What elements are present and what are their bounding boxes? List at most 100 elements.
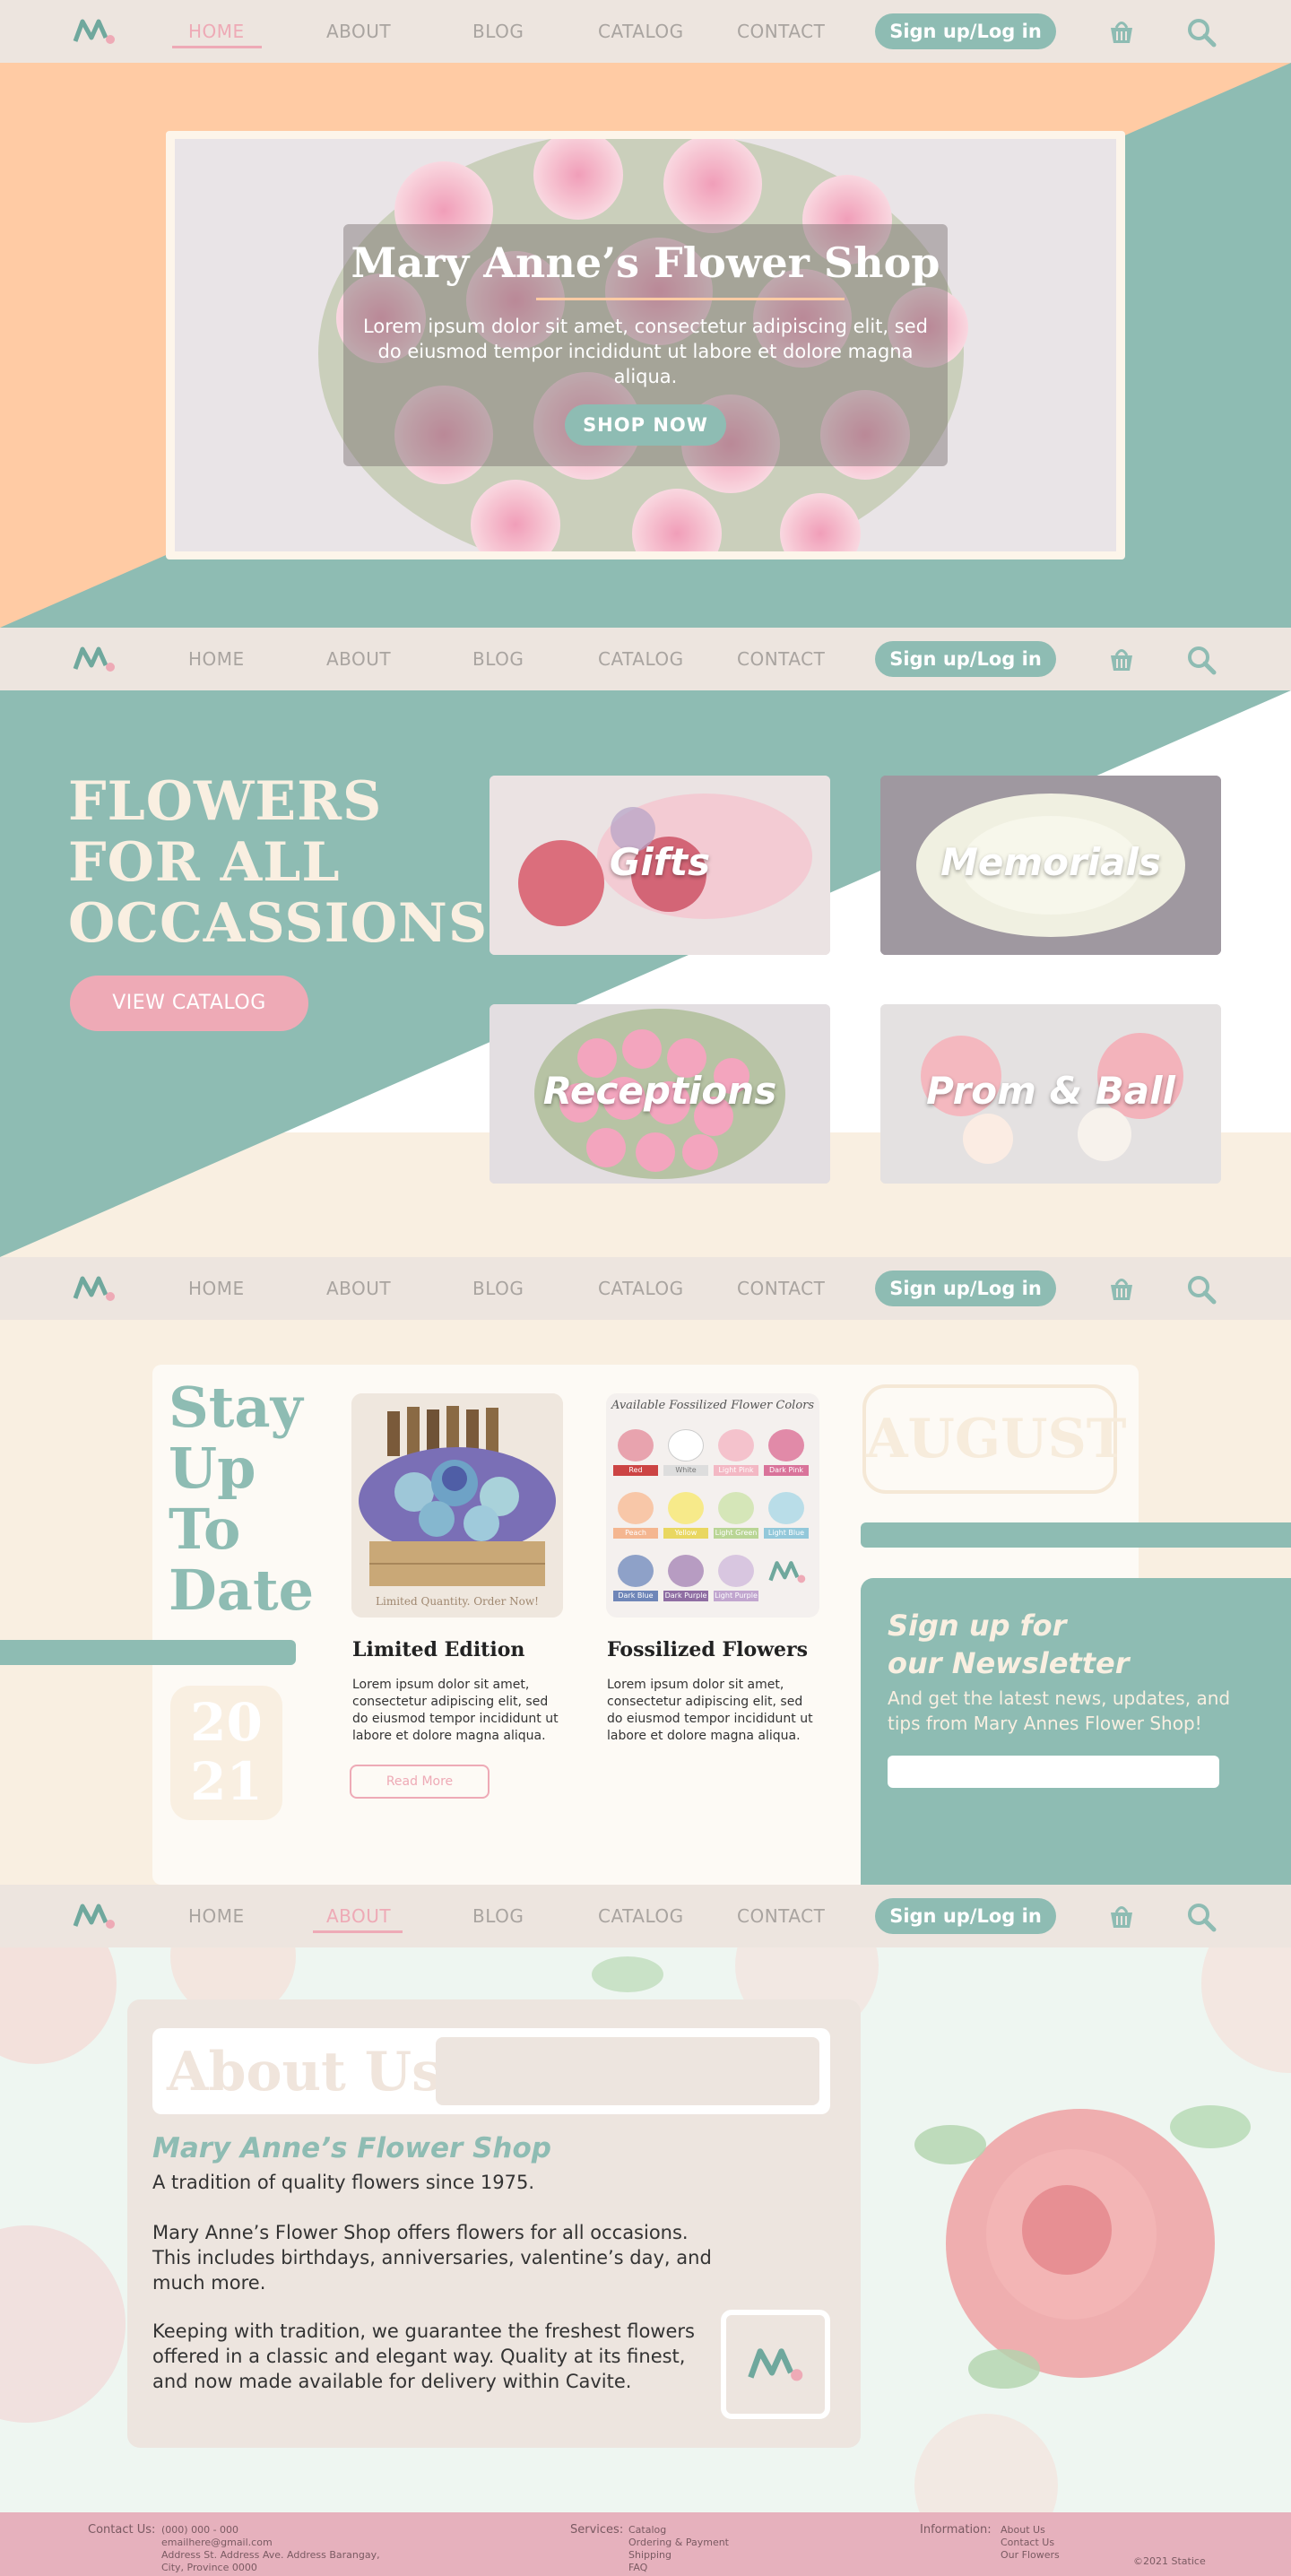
about-heading-filler <box>436 2037 819 2105</box>
nav-blog[interactable]: BLOG <box>472 648 524 670</box>
signup-login-button[interactable]: Sign up/Log in <box>875 1271 1056 1306</box>
nav-contact[interactable]: CONTACT <box>737 21 825 42</box>
logo-icon[interactable] <box>72 14 117 48</box>
nav-about[interactable]: ABOUT <box>326 648 391 670</box>
signup-login-button[interactable]: Sign up/Log in <box>875 1898 1056 1934</box>
footer-services-list: Catalog Ordering & Payment Shipping FAQ <box>628 2524 729 2574</box>
read-more-button[interactable]: Read More <box>350 1765 490 1799</box>
swatch-label: Yellow <box>663 1528 708 1539</box>
swatch-label: Light Purple <box>714 1591 758 1601</box>
footer-link[interactable]: Catalog <box>628 2524 729 2537</box>
nav-active-underline <box>172 46 262 48</box>
logo-icon[interactable] <box>72 1271 117 1305</box>
swatch-label: Dark Pink <box>764 1465 809 1476</box>
newsletter-title-line: Sign up for <box>888 1609 1067 1643</box>
nav-blog[interactable]: BLOG <box>472 21 524 42</box>
nav-active-underline <box>313 1930 403 1933</box>
post-text: Lorem ipsum dolor sit amet, consectetur … <box>352 1678 559 1743</box>
footer-contact-line: (000) 000 - 000 <box>161 2524 239 2536</box>
swatch-grid: Red White Light Pink Dark Pink Peach Yel… <box>613 1424 812 1612</box>
nav-home[interactable]: HOME <box>188 648 245 670</box>
nav-about[interactable]: ABOUT <box>326 1278 391 1299</box>
search-icon[interactable] <box>1185 644 1217 676</box>
post-image-fossilized-flowers[interactable]: Available Fossilized Flower Colors Red W… <box>606 1393 819 1618</box>
search-icon[interactable] <box>1185 16 1217 48</box>
nav-contact[interactable]: CONTACT <box>737 1278 825 1299</box>
occasion-card-prom-ball[interactable]: Prom & Ball <box>880 1004 1221 1184</box>
nav-catalog[interactable]: CATALOG <box>598 1905 684 1927</box>
navbar: HOME ABOUT BLOG CATALOG CONTACT Sign up/… <box>0 1257 1291 1320</box>
updates-heading-line: To <box>169 1496 241 1562</box>
search-icon[interactable] <box>1185 1273 1217 1305</box>
hero-title: Mary Anne’s Flower Shop <box>351 239 940 287</box>
occasion-card-label: Gifts <box>609 840 711 884</box>
swatch: Dark Pink <box>764 1424 809 1479</box>
navbar: HOME ABOUT BLOG CATALOG CONTACT Sign up/… <box>0 628 1291 690</box>
nav-about[interactable]: ABOUT <box>326 21 391 42</box>
occasion-card-memorials[interactable]: Memorials <box>880 776 1221 955</box>
occasion-card-label: Receptions <box>542 1069 777 1113</box>
nav-home[interactable]: HOME <box>188 21 245 42</box>
about-paragraph: Keeping with tradition, we guarantee the… <box>152 2320 695 2392</box>
occasion-card-receptions[interactable]: Receptions <box>490 1004 830 1184</box>
footer-link[interactable]: About Us <box>1001 2524 1060 2537</box>
swatch: Peach <box>613 1487 658 1542</box>
nav-home[interactable]: HOME <box>188 1905 245 1927</box>
swatch: White <box>663 1424 708 1479</box>
view-catalog-button[interactable]: VIEW CATALOG <box>70 976 308 1031</box>
footer-link[interactable]: Ordering & Payment <box>628 2537 729 2549</box>
nav-contact[interactable]: CONTACT <box>737 1905 825 1927</box>
footer-link[interactable]: Contact Us <box>1001 2537 1060 2549</box>
basket-icon[interactable] <box>1106 16 1137 47</box>
newsletter-title-line: our Newsletter <box>888 1646 1130 1680</box>
basket-icon[interactable] <box>1106 1901 1137 1931</box>
nav-contact[interactable]: CONTACT <box>737 648 825 670</box>
footer-link[interactable]: FAQ <box>628 2562 729 2574</box>
occasion-card-label: Memorials <box>940 840 1161 884</box>
swatch-label: Peach <box>613 1528 658 1539</box>
swatch: Dark Purple <box>663 1549 708 1605</box>
hero-title-underline <box>536 298 845 300</box>
swatch-label: Dark Blue <box>613 1591 658 1601</box>
newsletter-email-input[interactable] <box>888 1756 1219 1788</box>
swatch-label: Light Green <box>714 1528 758 1539</box>
logo-icon <box>768 1561 806 1583</box>
post-title: Limited Edition <box>352 1638 525 1661</box>
nav-catalog[interactable]: CATALOG <box>598 1278 684 1299</box>
nav-blog[interactable]: BLOG <box>472 1278 524 1299</box>
swatch: Yellow <box>663 1487 708 1542</box>
nav-about[interactable]: ABOUT <box>326 1905 391 1927</box>
nav-home[interactable]: HOME <box>188 1278 245 1299</box>
swatch-label: Dark Purple <box>663 1591 708 1601</box>
search-icon[interactable] <box>1185 1901 1217 1933</box>
nav-catalog[interactable]: CATALOG <box>598 648 684 670</box>
updates-section: Stay Up To Date 20 21 Limited Quantity. … <box>0 1320 1291 1885</box>
logo-icon[interactable] <box>72 1899 117 1933</box>
footer-info-label: Information: <box>920 2523 992 2537</box>
occasions-section: FLOWERS FOR ALL OCCASSIONS VIEW CATALOG … <box>0 690 1291 1257</box>
basket-icon[interactable] <box>1106 644 1137 674</box>
post-image-limited-edition[interactable]: Limited Quantity. Order Now! <box>351 1393 563 1618</box>
nav-catalog[interactable]: CATALOG <box>598 21 684 42</box>
occasion-card-gifts[interactable]: Gifts <box>490 776 830 955</box>
about-tagline: A tradition of quality flowers since 197… <box>152 2172 535 2193</box>
signup-login-button[interactable]: Sign up/Log in <box>875 13 1056 49</box>
footer-link[interactable]: Our Flowers <box>1001 2549 1060 2562</box>
footer-link[interactable]: Shipping <box>628 2549 729 2562</box>
post-title: Fossilized Flowers <box>607 1638 809 1661</box>
nav-blog[interactable]: BLOG <box>472 1905 524 1927</box>
basket-icon[interactable] <box>1106 1273 1137 1304</box>
navbar: HOME ABOUT BLOG CATALOG CONTACT Sign up/… <box>0 0 1291 63</box>
shop-now-button[interactable]: SHOP NOW <box>565 404 726 446</box>
footer-contact-line: City, Province 0000 <box>161 2562 257 2573</box>
updates-heading-line: Date <box>169 1557 315 1623</box>
swatch-label: White <box>663 1465 708 1476</box>
swatch: Light Green <box>714 1487 758 1542</box>
about-shop-name: Mary Anne’s Flower Shop <box>152 2132 551 2164</box>
navbar: HOME ABOUT BLOG CATALOG CONTACT Sign up/… <box>0 1885 1291 1947</box>
logo-icon[interactable] <box>72 642 117 676</box>
footer-services-label: Services: <box>570 2523 624 2537</box>
hero-section: Mary Anne’s Flower Shop Lorem ipsum dolo… <box>0 63 1291 628</box>
hero-text: Lorem ipsum dolor sit amet, consectetur … <box>363 316 928 387</box>
signup-login-button[interactable]: Sign up/Log in <box>875 641 1056 677</box>
